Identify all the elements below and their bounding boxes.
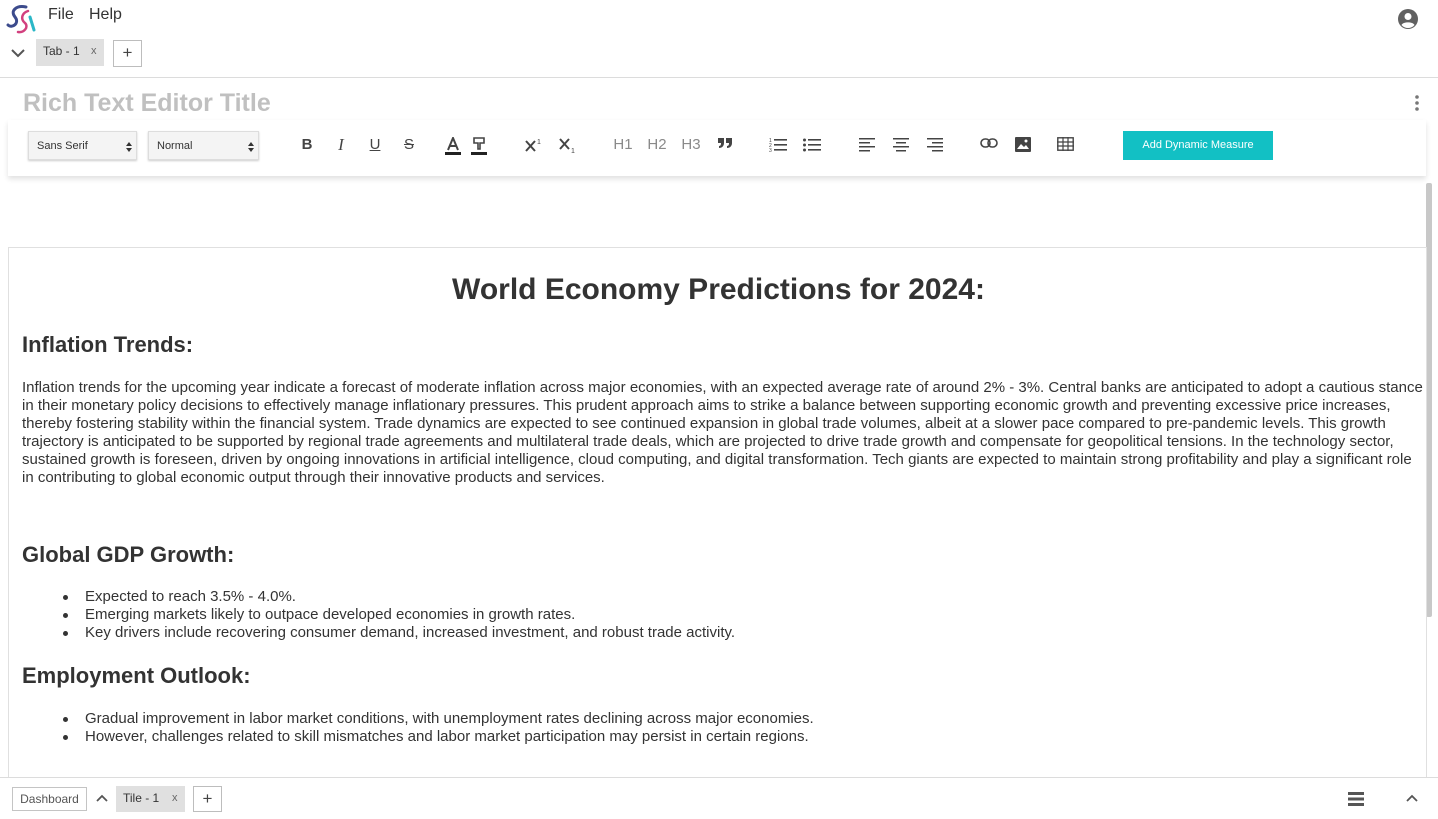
tab-close-button[interactable]: x	[91, 45, 97, 57]
editor-title-input[interactable]: Rich Text Editor Title	[23, 89, 271, 118]
bullet-list: Expected to reach 3.5% - 4.0%. Emerging …	[62, 588, 736, 642]
list-item: Expected to reach 3.5% - 4.0%.	[62, 588, 735, 606]
insert-link-button[interactable]	[979, 133, 999, 157]
strikethrough-button[interactable]: S	[401, 133, 417, 157]
font-family-select[interactable]: Sans Serif	[28, 131, 137, 160]
heading-1-button[interactable]: H1	[611, 133, 635, 157]
text-color-button[interactable]	[444, 133, 462, 157]
tab-1[interactable]: Tab - 1 x	[36, 39, 104, 66]
align-right-button[interactable]	[926, 133, 944, 157]
font-size-value: Normal	[157, 140, 193, 152]
align-right-icon	[927, 138, 943, 152]
bullet-list: Gradual improvement in labor market cond…	[63, 710, 814, 746]
menu-help[interactable]: Help	[89, 6, 122, 24]
align-center-button[interactable]	[892, 133, 910, 157]
image-icon	[1015, 137, 1031, 152]
dashboard-button[interactable]: Dashboard	[12, 787, 87, 811]
highlighter-icon	[471, 137, 487, 155]
chevron-down-icon[interactable]	[10, 46, 26, 60]
list-item: However, challenges related to skill mis…	[63, 728, 814, 746]
quote-icon	[718, 138, 732, 148]
document-heading: World Economy Predictions for 2024:	[452, 273, 985, 306]
list-item: Emerging markets likely to outpace devel…	[62, 606, 735, 624]
bullet-list-button[interactable]	[802, 133, 822, 157]
heading-3-button[interactable]: H3	[679, 133, 703, 157]
ordered-list-button[interactable]: 123	[768, 133, 788, 157]
list-item: Gradual improvement in labor market cond…	[63, 710, 814, 727]
text-color-icon	[445, 135, 461, 155]
insert-table-button[interactable]	[1056, 133, 1074, 157]
svg-text:3: 3	[769, 148, 772, 153]
add-tab-button[interactable]: +	[113, 40, 142, 67]
chevron-up-icon[interactable]	[96, 794, 108, 803]
list-item: Key drivers include recovering consumer …	[62, 624, 736, 641]
section-heading: Inflation Trends:	[22, 332, 194, 357]
editor-content[interactable]: World Economy Predictions for 2024: Infl…	[8, 247, 1427, 778]
section-heading: Global GDP Growth:	[22, 542, 235, 567]
add-tile-button[interactable]: +	[193, 786, 222, 812]
highlight-color-button[interactable]	[470, 133, 488, 157]
select-arrows-icon	[248, 142, 254, 152]
italic-button[interactable]: I	[333, 133, 349, 157]
heading-2-button[interactable]: H2	[645, 133, 669, 157]
section-heading: Employment Outlook:	[22, 663, 251, 688]
tab-strip: Tab - 1 x +	[0, 36, 1438, 78]
bullet-list-icon	[803, 138, 821, 152]
tile-tab-label: Tile - 1	[123, 791, 160, 805]
svg-text:1: 1	[571, 148, 575, 153]
paragraph: Inflation trends for the upcoming year i…	[22, 379, 1423, 486]
subscript-icon: 1	[559, 138, 575, 155]
tile-close-button[interactable]: x	[172, 792, 178, 804]
menu-file[interactable]: File	[48, 6, 74, 24]
align-left-icon	[859, 138, 875, 152]
bold-button[interactable]: B	[299, 133, 315, 157]
font-family-value: Sans Serif	[37, 140, 88, 152]
numbered-list-icon: 123	[769, 138, 787, 154]
insert-image-button[interactable]	[1014, 133, 1032, 157]
account-circle-icon[interactable]	[1398, 9, 1418, 29]
editor-toolbar: Sans Serif Normal B I U S 1 1 H1 H2 H3 1…	[8, 120, 1426, 176]
link-icon	[980, 138, 998, 148]
underline-button[interactable]: U	[367, 133, 383, 157]
font-size-select[interactable]: Normal	[148, 131, 259, 160]
superscript-icon: 1	[525, 139, 541, 152]
add-dynamic-measure-button[interactable]: Add Dynamic Measure	[1123, 131, 1273, 160]
superscript-button[interactable]: 1	[524, 133, 544, 157]
align-left-button[interactable]	[858, 133, 876, 157]
app-logo-icon[interactable]	[6, 3, 36, 35]
table-icon	[1056, 137, 1074, 151]
select-arrows-icon	[126, 142, 132, 152]
list-view-icon[interactable]	[1348, 791, 1364, 807]
chevron-up-icon[interactable]	[1406, 794, 1418, 803]
blockquote-button[interactable]	[716, 133, 734, 157]
tab-label: Tab - 1	[43, 44, 80, 58]
menu-bar: File Help	[0, 0, 1438, 34]
bottom-bar: Dashboard Tile - 1 x +	[0, 777, 1438, 819]
svg-text:1: 1	[537, 139, 541, 146]
more-options-icon[interactable]	[1414, 94, 1420, 112]
tile-tab-1[interactable]: Tile - 1 x	[116, 786, 185, 812]
align-center-icon	[893, 138, 909, 152]
subscript-button[interactable]: 1	[558, 133, 578, 157]
